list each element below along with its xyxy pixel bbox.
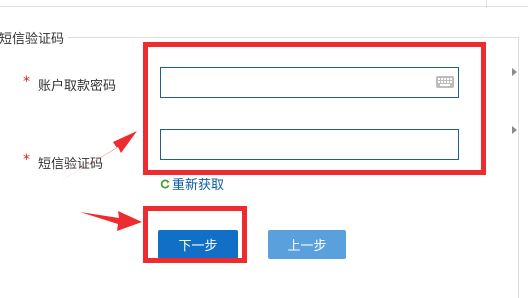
- sms-code-input[interactable]: [160, 129, 459, 160]
- resend-code-link[interactable]: 重新获取: [160, 174, 224, 193]
- chevron-right-icon: [512, 68, 517, 76]
- resend-code-label: 重新获取: [172, 178, 225, 193]
- chevron-right-icon: [512, 126, 517, 134]
- required-mark: *: [23, 152, 30, 168]
- top-right-divider: [486, 0, 487, 8]
- fieldset-legend: 短信验证码: [0, 28, 69, 47]
- top-divider: [0, 6, 528, 7]
- required-mark: *: [23, 74, 30, 90]
- previous-step-button[interactable]: 上一步: [268, 230, 346, 259]
- withdraw-password-input[interactable]: [160, 67, 459, 98]
- sms-code-label: 短信验证码: [38, 157, 104, 172]
- withdraw-password-label: 账户取款密码: [38, 79, 117, 94]
- virtual-keyboard-icon[interactable]: [436, 76, 454, 88]
- next-step-button[interactable]: 下一步: [158, 230, 238, 259]
- refresh-icon: [160, 179, 170, 188]
